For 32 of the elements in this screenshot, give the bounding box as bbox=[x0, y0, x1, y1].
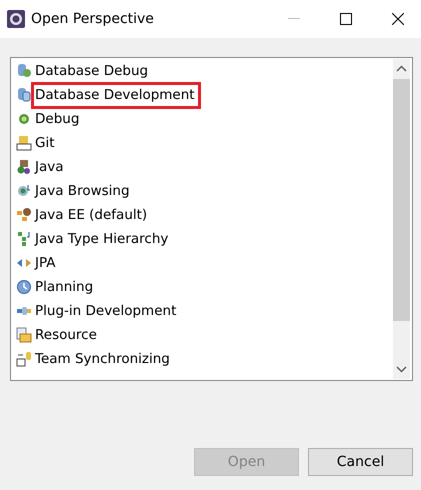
perspective-icon bbox=[16, 351, 32, 367]
perspective-icon bbox=[16, 135, 32, 151]
window-title: Open Perspective bbox=[31, 11, 155, 27]
perspective-icon bbox=[16, 231, 32, 247]
scrollbar[interactable] bbox=[393, 59, 410, 379]
perspective-icon bbox=[16, 279, 32, 295]
perspective-item[interactable]: Git bbox=[31, 130, 61, 156]
perspective-item[interactable]: Debug bbox=[31, 106, 86, 132]
perspective-item[interactable]: Database Development bbox=[31, 82, 201, 108]
perspective-item[interactable]: Planning bbox=[31, 274, 100, 300]
close-icon bbox=[392, 13, 404, 25]
perspective-item[interactable]: Java Browsing bbox=[31, 178, 136, 204]
perspective-icon bbox=[16, 111, 32, 127]
perspective-icon bbox=[16, 63, 32, 79]
perspective-icon bbox=[16, 207, 32, 223]
perspective-item[interactable]: Java Type Hierarchy bbox=[31, 226, 174, 252]
app-icon bbox=[7, 10, 25, 28]
perspective-icon bbox=[16, 183, 32, 199]
minimize-icon bbox=[288, 18, 300, 20]
perspective-item[interactable]: JPA bbox=[31, 250, 62, 276]
perspective-item[interactable]: Team Synchronizing bbox=[31, 346, 176, 372]
perspective-item[interactable]: Plug-in Development bbox=[31, 298, 182, 324]
perspective-icon bbox=[16, 87, 32, 103]
perspective-item[interactable]: Resource bbox=[31, 322, 103, 348]
perspective-item[interactable]: Java EE (default) bbox=[31, 202, 154, 228]
cancel-button[interactable]: Cancel bbox=[308, 448, 413, 476]
maximize-icon bbox=[340, 13, 352, 25]
perspective-icon bbox=[16, 327, 32, 343]
perspective-icon bbox=[16, 159, 32, 175]
perspective-item[interactable]: Database Debug bbox=[31, 58, 154, 84]
perspective-item[interactable]: Java bbox=[31, 154, 70, 180]
scrollbar-thumb[interactable] bbox=[393, 79, 410, 321]
